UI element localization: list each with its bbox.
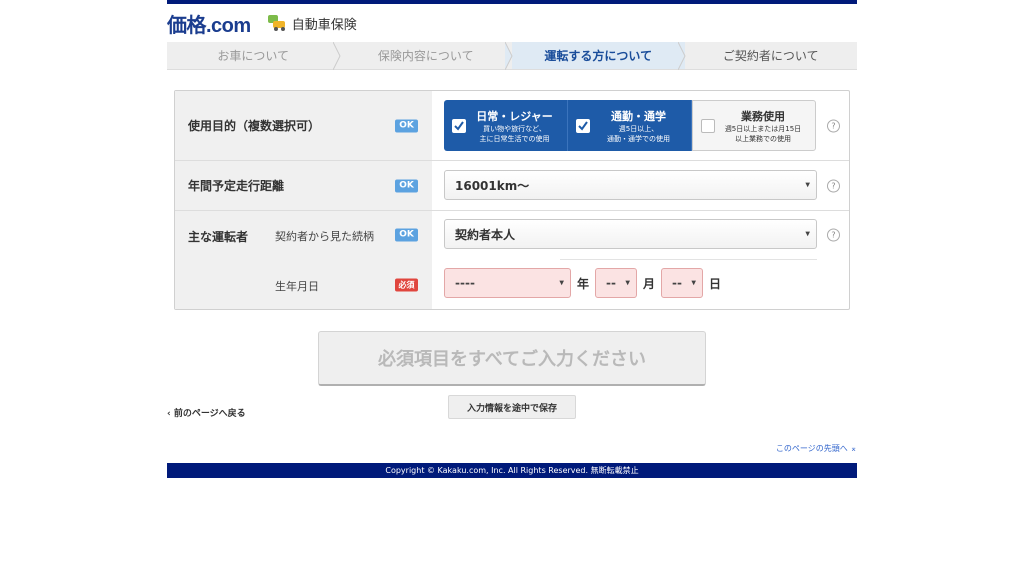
mileage-label: 年間予定走行距離 <box>188 179 285 193</box>
year-unit: 年 <box>577 276 590 291</box>
option-sub-label: 通勤・通学での使用 <box>607 134 670 143</box>
relation-select[interactable]: 契約者本人 ▼ <box>444 219 817 249</box>
page-top-link[interactable]: このページの先頭へ ⌅ <box>776 443 857 454</box>
option-main-label: 日常・レジャー <box>476 109 553 123</box>
row-main-driver: 主な運転者 契約者から見た続柄 OK 生年月日 必須 契約者本人 ▼ ? ---… <box>175 211 849 309</box>
help-icon[interactable]: ? <box>827 119 840 132</box>
save-progress-button[interactable]: 入力情報を途中で保存 <box>448 395 576 419</box>
main-driver-field: 契約者本人 ▼ ? ---- ▼ 年 -- ▼ 月 -- ▼ 日 <box>432 211 849 309</box>
header: 価格.com 自動車保険 <box>167 4 857 42</box>
back-link[interactable]: ‹ 前のページへ戻る <box>167 406 246 419</box>
step-arrow-icon <box>332 42 341 70</box>
chevron-left-icon: ‹ <box>167 409 174 419</box>
checkbox-unchecked-icon[interactable] <box>701 118 715 133</box>
row-label: 年間予定走行距離 OK <box>175 161 432 210</box>
step-label: ご契約者について <box>722 49 819 63</box>
option-sub-label: 買い物や旅行など、 <box>483 124 546 133</box>
dob-fields: ---- ▼ 年 -- ▼ 月 -- ▼ 日 <box>444 268 817 298</box>
option-main-label: 業務使用 <box>741 109 785 123</box>
step-progress: お車について 保険内容について 運転する方について ご契約者について <box>167 42 857 70</box>
option-sub-label: 週5日以上または月15日 <box>724 124 802 133</box>
checkbox-checked-icon[interactable] <box>452 118 466 133</box>
driver-form: 使用目的（複数選択可） OK 日常・レジャー 買い物や旅行など、 主に日常生活で… <box>174 90 850 310</box>
divider <box>560 259 817 260</box>
option-sub-label: 主に日常生活での使用 <box>479 134 550 143</box>
purpose-field: 日常・レジャー 買い物や旅行など、 主に日常生活での使用 通勤・通学 週5日以上… <box>432 91 849 160</box>
option-text: 業務使用 週5日以上または月15日 以上業務での使用 <box>715 108 815 144</box>
service-label: 自動車保険 <box>291 17 357 33</box>
mileage-field: 16001km〜 ▼ ? <box>432 161 849 210</box>
submit-button[interactable]: 必須項目をすべてご入力ください <box>318 331 706 386</box>
option-business[interactable]: 業務使用 週5日以上または月15日 以上業務での使用 <box>692 100 816 151</box>
step-car: お車について <box>167 42 341 70</box>
row-label: 使用目的（複数選択可） OK <box>175 91 432 160</box>
page-top-label: このページの先頭へ <box>775 444 848 453</box>
relation-label: 契約者から見た続柄 <box>275 230 374 243</box>
dropdown-caret-icon: ▼ <box>691 279 697 287</box>
relation-value: 契約者本人 <box>455 227 516 242</box>
back-label: 前のページへ戻る <box>173 409 246 419</box>
dropdown-caret-icon: ▼ <box>805 230 810 238</box>
dropdown-caret-icon: ▼ <box>805 181 810 189</box>
ok-badge: OK <box>395 119 418 132</box>
step-arrow-icon <box>505 42 513 70</box>
year-value: ---- <box>455 276 475 290</box>
service-title: 自動車保険 <box>265 12 357 34</box>
option-sub-label: 週5日以上、 <box>618 124 659 133</box>
month-select[interactable]: -- ▼ <box>595 268 638 298</box>
checkbox-checked-icon[interactable] <box>576 118 590 133</box>
dropdown-caret-icon: ▼ <box>559 279 564 287</box>
page: 価格.com 自動車保険 お車について 保険内容について 運転する方について ご… <box>167 0 857 478</box>
day-unit: 日 <box>709 276 722 291</box>
dob-label: 生年月日 <box>275 280 319 293</box>
day-value: -- <box>672 276 682 290</box>
footer: Copyright © Kakaku.com, Inc. All Rights … <box>167 463 857 478</box>
step-contractor: ご契約者について <box>685 42 858 69</box>
row-mileage: 年間予定走行距離 OK 16001km〜 ▼ ? <box>175 161 849 211</box>
step-arrow-icon <box>677 42 686 70</box>
ok-badge: OK <box>395 179 418 192</box>
option-sub-label: 以上業務での使用 <box>735 134 791 143</box>
mileage-select[interactable]: 16001km〜 ▼ <box>444 170 817 200</box>
month-unit: 月 <box>643 276 656 291</box>
step-label: お車について <box>217 49 290 63</box>
year-select[interactable]: ---- ▼ <box>444 268 571 298</box>
main-driver-label: 主な運転者 <box>188 230 249 244</box>
step-label: 保険内容について <box>377 49 474 63</box>
required-badge: 必須 <box>395 278 418 292</box>
ok-badge: OK <box>395 228 418 242</box>
help-icon[interactable]: ? <box>827 228 840 242</box>
step-label: 運転する方について <box>544 49 653 63</box>
step-coverage: 保険内容について <box>340 42 513 70</box>
option-daily-leisure[interactable]: 日常・レジャー 買い物や旅行など、 主に日常生活での使用 <box>444 100 568 151</box>
row-purpose: 使用目的（複数選択可） OK 日常・レジャー 買い物や旅行など、 主に日常生活で… <box>175 91 849 161</box>
row-label: 主な運転者 契約者から見た続柄 OK 生年月日 必須 <box>175 211 432 309</box>
car-insurance-icon <box>267 15 285 31</box>
day-select[interactable]: -- ▼ <box>661 268 704 298</box>
purpose-options: 日常・レジャー 買い物や旅行など、 主に日常生活での使用 通勤・通学 週5日以上… <box>444 100 817 151</box>
step-driver: 運転する方について <box>512 42 686 70</box>
dropdown-caret-icon: ▼ <box>625 279 631 287</box>
option-main-label: 通勤・通学 <box>611 109 666 123</box>
help-icon[interactable]: ? <box>827 179 840 192</box>
month-value: -- <box>606 276 616 290</box>
purpose-label: 使用目的（複数選択可） <box>188 119 321 133</box>
option-commute[interactable]: 通勤・通学 週5日以上、 通勤・通学での使用 <box>568 100 692 151</box>
option-text: 日常・レジャー 買い物や旅行など、 主に日常生活での使用 <box>466 108 567 144</box>
mileage-value: 16001km〜 <box>455 178 530 193</box>
option-text: 通勤・通学 週5日以上、 通勤・通学での使用 <box>590 108 691 144</box>
kakaku-logo[interactable]: 価格.com <box>167 9 251 38</box>
arrow-up-icon: ⌅ <box>847 444 857 453</box>
